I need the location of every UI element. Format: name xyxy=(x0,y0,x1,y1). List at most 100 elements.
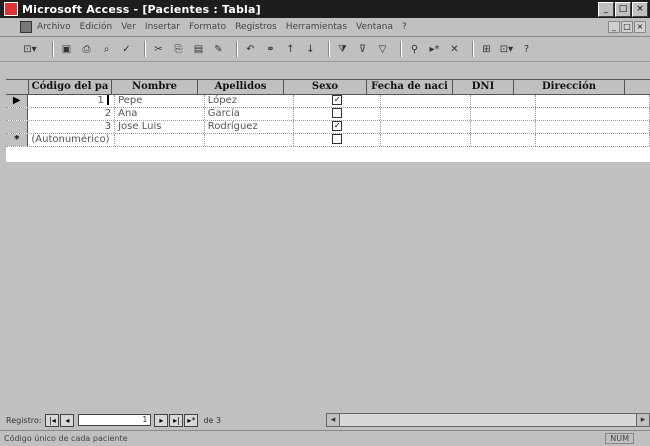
spelling-icon[interactable]: ✓ xyxy=(119,42,134,57)
cell-dni[interactable] xyxy=(471,95,537,107)
column-header-dni[interactable]: DNI xyxy=(453,80,514,94)
hyperlink-icon[interactable]: ⚭ xyxy=(263,42,278,57)
apply-filter-icon[interactable]: ▽ xyxy=(375,42,390,57)
cell-codigo-new[interactable]: (Autonumérico) xyxy=(28,134,116,146)
table-doc-icon[interactable] xyxy=(20,21,32,33)
scroll-left-arrow-icon[interactable]: ◂ xyxy=(327,414,340,426)
menu-insertar[interactable]: Insertar xyxy=(145,22,180,32)
menu-ver[interactable]: Ver xyxy=(121,22,136,32)
sexo-checkbox[interactable] xyxy=(332,134,343,144)
cell-dni[interactable] xyxy=(471,108,537,120)
cell-sexo[interactable] xyxy=(294,108,382,120)
cell-sexo[interactable]: ✓ xyxy=(294,121,382,133)
print-icon[interactable]: ⎙ xyxy=(79,42,94,57)
previous-record-button[interactable]: ◂ xyxy=(60,413,75,427)
record-selector[interactable] xyxy=(6,121,29,133)
print-preview-icon[interactable]: ⌕ xyxy=(99,42,114,57)
filter-by-form-icon[interactable]: ⊽ xyxy=(355,42,370,57)
database-window-icon[interactable]: ⊞ xyxy=(479,42,494,57)
help-icon[interactable]: ? xyxy=(519,42,534,57)
new-object-icon[interactable]: ⊡▾ xyxy=(499,42,514,57)
record-selector[interactable]: ▶ xyxy=(6,95,29,107)
cell-nombre-new[interactable] xyxy=(115,134,205,146)
menu-registros[interactable]: Registros xyxy=(235,22,277,32)
doc-minimize-button[interactable]: _ xyxy=(608,21,620,33)
cut-icon[interactable]: ✂ xyxy=(151,42,166,57)
new-record-nav-button[interactable]: ▸* xyxy=(184,413,199,427)
cell-direccion-new[interactable] xyxy=(536,134,650,146)
new-record-icon[interactable]: ▸* xyxy=(427,42,442,57)
menu-ventana[interactable]: Ventana xyxy=(356,22,393,32)
last-record-button[interactable]: ▸| xyxy=(169,413,184,427)
menu-edicion[interactable]: Edición xyxy=(80,22,113,32)
doc-close-button[interactable]: × xyxy=(634,21,646,33)
current-record-input[interactable]: 1 xyxy=(78,414,152,426)
access-app-icon[interactable] xyxy=(4,2,18,16)
cell-dni[interactable] xyxy=(471,121,537,133)
delete-record-icon[interactable]: ✕ xyxy=(447,42,462,57)
table-row[interactable]: 2 Ana García xyxy=(6,108,650,121)
sort-ascending-icon[interactable]: ↑ xyxy=(283,42,298,57)
cell-nombre[interactable]: Jose Luis xyxy=(115,121,205,133)
menu-formato[interactable]: Formato xyxy=(189,22,226,32)
cell-fecha-nacimiento[interactable] xyxy=(381,108,471,120)
paste-icon[interactable]: ▤ xyxy=(191,42,206,57)
scroll-right-arrow-icon[interactable]: ▸ xyxy=(636,414,649,426)
cell-codigo[interactable]: 3 xyxy=(28,121,116,133)
new-record-selector[interactable]: * xyxy=(6,134,29,146)
view-dropdown-icon[interactable]: ⊡▾ xyxy=(18,42,42,57)
column-header-nombre[interactable]: Nombre xyxy=(112,80,198,94)
first-record-button[interactable]: |◂ xyxy=(45,413,60,427)
format-painter-icon[interactable]: ✎ xyxy=(211,42,226,57)
column-header-direccion[interactable]: Dirección xyxy=(514,80,625,94)
filter-by-selection-icon[interactable]: ⧩ xyxy=(335,42,350,57)
access-window: Microsoft Access - [Pacientes : Tabla] _… xyxy=(0,0,650,445)
find-icon[interactable]: ⚲ xyxy=(407,42,422,57)
sort-descending-icon[interactable]: ↓ xyxy=(303,42,318,57)
cell-dni-new[interactable] xyxy=(471,134,537,146)
sexo-checkbox[interactable]: ✓ xyxy=(332,95,343,105)
menu-archivo[interactable]: Archivo xyxy=(37,22,71,32)
table-row[interactable]: 3 Jose Luis Rodríguez ✓ xyxy=(6,121,650,134)
close-button[interactable]: × xyxy=(632,2,648,17)
save-icon[interactable]: ▣ xyxy=(59,42,74,57)
select-all-corner[interactable] xyxy=(6,80,29,94)
cell-apellidos[interactable]: Rodríguez xyxy=(205,121,295,133)
cell-direccion[interactable] xyxy=(536,95,650,107)
minimize-button[interactable]: _ xyxy=(598,2,614,17)
cell-fecha-nacimiento[interactable] xyxy=(381,121,471,133)
menu-ayuda[interactable]: ? xyxy=(402,22,407,32)
toolbar-separator xyxy=(328,41,330,57)
column-header-apellidos[interactable]: Apellidos xyxy=(198,80,284,94)
column-header-sexo[interactable]: Sexo xyxy=(284,80,367,94)
menu-herramientas[interactable]: Herramientas xyxy=(286,22,347,32)
copy-icon[interactable]: ⎘ xyxy=(171,42,186,57)
cell-nombre[interactable]: Pepe xyxy=(115,95,205,107)
cell-nombre[interactable]: Ana xyxy=(115,108,205,120)
cell-apellidos[interactable]: García xyxy=(205,108,295,120)
sexo-checkbox[interactable] xyxy=(332,108,343,118)
toolbar-separator xyxy=(472,41,474,57)
undo-icon[interactable]: ↶ xyxy=(243,42,258,57)
cell-fecha-nacimiento-new[interactable] xyxy=(381,134,471,146)
sexo-checkbox[interactable]: ✓ xyxy=(332,121,343,131)
table-row[interactable]: ▶ 1 Pepe López ✓ xyxy=(6,95,650,108)
maximize-button[interactable]: □ xyxy=(615,2,631,17)
cell-fecha-nacimiento[interactable] xyxy=(381,95,471,107)
record-selector[interactable] xyxy=(6,108,29,120)
cell-apellidos-new[interactable] xyxy=(205,134,295,146)
cell-codigo[interactable]: 1 xyxy=(28,95,116,107)
column-header-fecha-nacimiento[interactable]: Fecha de naci xyxy=(367,80,453,94)
column-header-codigo[interactable]: Código del pa xyxy=(29,80,112,94)
cell-codigo[interactable]: 2 xyxy=(28,108,116,120)
doc-restore-button[interactable]: □ xyxy=(621,21,633,33)
cell-sexo-new[interactable] xyxy=(294,134,382,146)
next-record-button[interactable]: ▸ xyxy=(154,413,169,427)
num-lock-indicator: NUM xyxy=(605,433,634,444)
new-record-row[interactable]: * (Autonumérico) xyxy=(6,134,650,147)
cell-direccion[interactable] xyxy=(536,108,650,120)
cell-sexo[interactable]: ✓ xyxy=(294,95,382,107)
cell-apellidos[interactable]: López xyxy=(205,95,295,107)
horizontal-scrollbar[interactable]: ◂ ▸ xyxy=(326,413,650,427)
cell-direccion[interactable] xyxy=(536,121,650,133)
